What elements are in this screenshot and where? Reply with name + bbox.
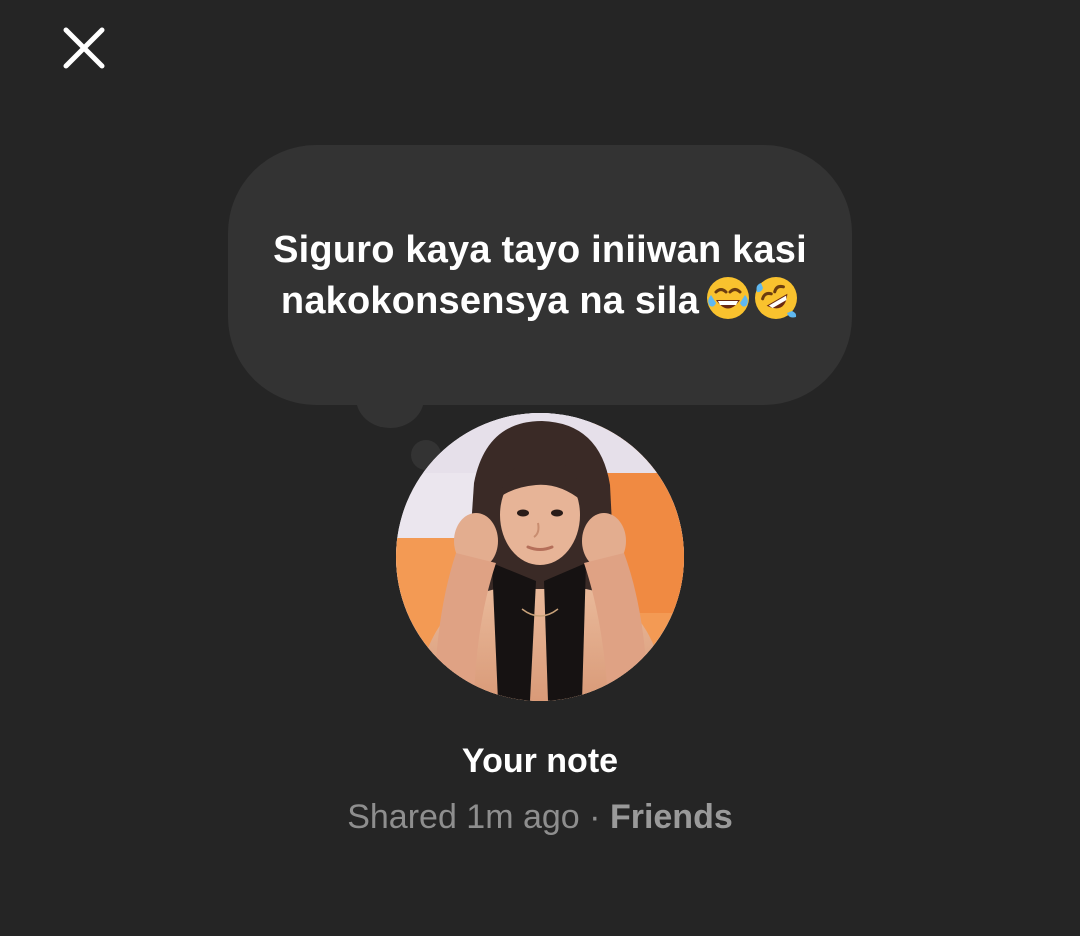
note-text-line2: nakokonsensya na sila xyxy=(280,279,700,322)
meta-separator: · xyxy=(589,798,601,836)
note-meta: Shared 1m ago · Friends xyxy=(0,798,1080,837)
note-text: Siguro kaya tayo iniiwan kasi nakokonsen… xyxy=(273,225,807,326)
audience-link[interactable]: Friends xyxy=(610,798,733,836)
note-viewer-screen: Siguro kaya tayo iniiwan kasi nakokonsen… xyxy=(0,0,1080,936)
shared-time: Shared 1m ago xyxy=(347,798,580,836)
note-title: Your note xyxy=(461,742,619,780)
face-with-tears-of-joy-icon xyxy=(707,276,750,319)
avatar[interactable] xyxy=(396,413,684,701)
close-button[interactable] xyxy=(54,18,114,78)
note-text-line1: Siguro kaya tayo iniiwan kasi xyxy=(273,228,807,271)
note-emojis xyxy=(705,275,799,321)
close-icon xyxy=(63,27,105,69)
rolling-on-floor-laughing-icon xyxy=(755,276,798,319)
note-bubble[interactable]: Siguro kaya tayo iniiwan kasi nakokonsen… xyxy=(228,145,852,405)
avatar-photo xyxy=(396,413,684,701)
